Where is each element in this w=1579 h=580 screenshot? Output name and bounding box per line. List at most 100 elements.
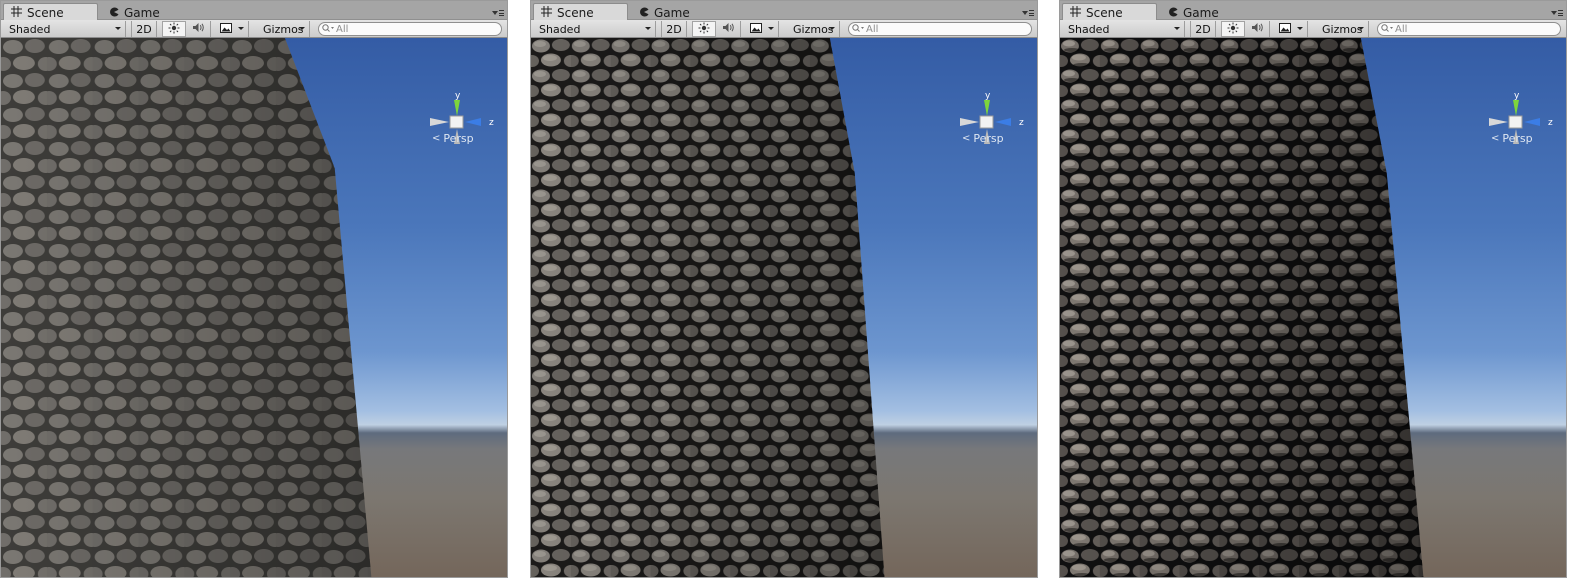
gizmos-label: Gizmos: [263, 22, 304, 36]
scene-viewport[interactable]: y z < Persp: [1, 38, 507, 577]
scene-toolbar: Shaded 2D Gizmos: [531, 20, 1037, 38]
2d-label: 2D: [136, 22, 152, 36]
projection-toggle[interactable]: < Persp: [432, 131, 492, 145]
dropdown-arrow-icon: [1358, 27, 1364, 30]
image-icon: [220, 22, 232, 36]
audio-toggle-button[interactable]: [717, 21, 741, 37]
dropdown-arrow-icon: [1174, 27, 1180, 30]
scene-view-panel: Scene Game Shaded 2D Gizmos All y z < Pe…: [1059, 0, 1567, 578]
search-icon: [1381, 23, 1393, 35]
search-icon: [852, 23, 864, 35]
z-axis-cone[interactable]: [465, 118, 481, 126]
tab-scene[interactable]: Scene: [3, 3, 98, 21]
search-icon: [322, 23, 334, 35]
y-axis-cone[interactable]: [454, 100, 460, 116]
tab-game[interactable]: Game: [631, 3, 699, 21]
gizmos-dropdown[interactable]: Gizmos: [259, 21, 310, 37]
speaker-icon: [192, 22, 205, 36]
dropdown-arrow-icon: [768, 27, 774, 30]
hierarchy-search[interactable]: [318, 22, 502, 36]
x-axis-cone[interactable]: [960, 118, 979, 126]
projection-toggle[interactable]: < Persp: [962, 131, 1022, 145]
menu-icon[interactable]: [1022, 9, 1034, 17]
pacman-icon: [1168, 6, 1178, 20]
gizmos-label: Gizmos: [1322, 22, 1363, 36]
grid-icon: [11, 5, 22, 20]
2d-toggle-button[interactable]: 2D: [1190, 21, 1216, 37]
x-axis-cone[interactable]: [430, 118, 449, 126]
scene-view-panel: Scene Game Shaded 2D Gizmos All y z < Pe…: [0, 0, 508, 578]
z-axis-label: z: [1019, 118, 1024, 128]
tab-scene-label: Scene: [1086, 5, 1123, 20]
scene-viewport[interactable]: y z < Persp: [1060, 38, 1566, 577]
audio-toggle-button[interactable]: [1246, 21, 1270, 37]
tab-game[interactable]: Game: [1160, 3, 1228, 21]
dropdown-arrow-icon: [829, 27, 835, 30]
tab-scene-label: Scene: [557, 5, 594, 20]
draw-mode-dropdown[interactable]: Shaded: [1064, 21, 1185, 37]
speaker-icon: [722, 22, 735, 36]
y-axis-cone[interactable]: [984, 100, 990, 116]
gizmos-dropdown[interactable]: Gizmos: [789, 21, 840, 37]
image-icon: [1279, 22, 1291, 36]
tab-game-label: Game: [124, 5, 160, 20]
dropdown-arrow-icon: [299, 27, 305, 30]
draw-mode-dropdown[interactable]: Shaded: [535, 21, 656, 37]
chevron-left-icon: <: [962, 132, 971, 144]
hierarchy-search[interactable]: [1377, 22, 1561, 36]
effects-dropdown[interactable]: [745, 21, 779, 37]
y-axis-label: y: [985, 91, 991, 101]
center-cube[interactable]: [449, 115, 464, 129]
z-axis-label: z: [489, 118, 494, 128]
projection-label: Persp: [443, 131, 474, 145]
y-axis-label: y: [1514, 91, 1520, 101]
2d-toggle-button[interactable]: 2D: [661, 21, 687, 37]
draw-mode-label: Shaded: [9, 22, 51, 36]
tab-strip: Scene Game: [1, 1, 507, 21]
sun-icon: [168, 22, 180, 37]
tab-game-label: Game: [654, 5, 690, 20]
search-input[interactable]: [866, 23, 1016, 35]
search-input[interactable]: [1395, 23, 1545, 35]
center-cube[interactable]: [979, 115, 994, 129]
lighting-toggle-button[interactable]: [1221, 21, 1245, 37]
scene-viewport[interactable]: y z < Persp: [531, 38, 1037, 577]
2d-toggle-button[interactable]: 2D: [131, 21, 157, 37]
y-axis-cone[interactable]: [1513, 100, 1519, 116]
pacman-icon: [639, 6, 649, 20]
gizmos-dropdown[interactable]: Gizmos: [1318, 21, 1369, 37]
hierarchy-search[interactable]: [848, 22, 1032, 36]
search-input[interactable]: [336, 23, 486, 35]
lighting-toggle-button[interactable]: [162, 21, 186, 37]
chevron-left-icon: <: [1491, 132, 1500, 144]
projection-label: Persp: [973, 131, 1004, 145]
grid-icon: [541, 5, 552, 20]
2d-label: 2D: [666, 22, 682, 36]
x-axis-cone[interactable]: [1489, 118, 1508, 126]
z-axis-label: z: [1548, 118, 1553, 128]
lighting-toggle-button[interactable]: [692, 21, 716, 37]
projection-label: Persp: [1502, 131, 1533, 145]
audio-toggle-button[interactable]: [187, 21, 211, 37]
2d-label: 2D: [1195, 22, 1211, 36]
z-axis-cone[interactable]: [995, 118, 1011, 126]
speaker-icon: [1251, 22, 1264, 36]
tab-game-label: Game: [1183, 5, 1219, 20]
z-axis-cone[interactable]: [1524, 118, 1540, 126]
effects-dropdown[interactable]: [1274, 21, 1308, 37]
draw-mode-dropdown[interactable]: Shaded: [5, 21, 126, 37]
scene-toolbar: Shaded 2D Gizmos: [1060, 20, 1566, 38]
tab-strip: Scene Game: [531, 1, 1037, 21]
dropdown-arrow-icon: [238, 27, 244, 30]
projection-toggle[interactable]: < Persp: [1491, 131, 1551, 145]
tab-game[interactable]: Game: [101, 3, 169, 21]
draw-mode-label: Shaded: [539, 22, 581, 36]
tab-scene[interactable]: Scene: [533, 3, 628, 21]
dropdown-arrow-icon: [115, 27, 121, 30]
pacman-icon: [109, 6, 119, 20]
center-cube[interactable]: [1508, 115, 1523, 129]
menu-icon[interactable]: [1551, 9, 1563, 17]
tab-scene[interactable]: Scene: [1062, 3, 1157, 21]
effects-dropdown[interactable]: [215, 21, 249, 37]
menu-icon[interactable]: [492, 9, 504, 17]
